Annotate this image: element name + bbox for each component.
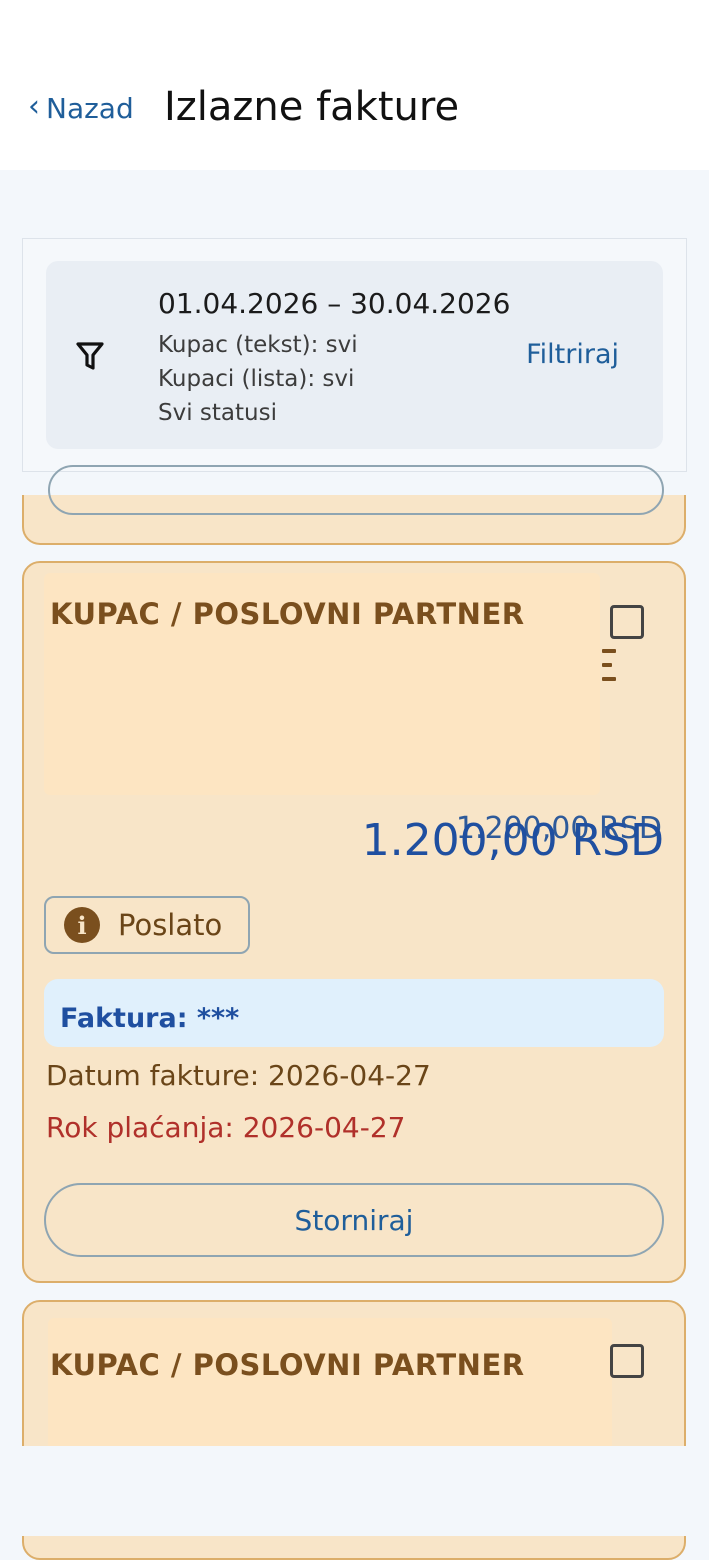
invoice-amount: 1.200,00 RSD (361, 815, 664, 866)
customer-label: KUPAC / POSLOVNI PARTNER (50, 1348, 525, 1382)
filter-panel: 01.04.2026 – 30.04.2026 Kupac (tekst): s… (22, 238, 687, 472)
customer-label: KUPAC / POSLOVNI PARTNER (50, 597, 525, 631)
previous-card-button[interactable] (48, 465, 664, 515)
due-date: Rok plaćanja: 2026-04-27 (46, 1111, 406, 1144)
kebab-menu-icon[interactable] (602, 649, 616, 691)
select-checkbox[interactable] (610, 605, 644, 639)
bottom-area (0, 1446, 709, 1536)
invoice-date: Datum fakture: 2026-04-27 (46, 1059, 431, 1092)
filter-button[interactable]: Filtriraj (526, 339, 619, 370)
status-label: Poslato (118, 908, 223, 942)
status-badge: i Poslato (44, 896, 250, 954)
invoice-number: Faktura: *** (60, 1003, 240, 1034)
info-icon: i (64, 907, 100, 943)
filter-date-range: 01.04.2026 – 30.04.2026 (158, 287, 511, 320)
filter-icon (76, 342, 104, 370)
page-title: Izlazne fakture (164, 84, 460, 130)
filter-details: 01.04.2026 – 30.04.2026 Kupac (tekst): s… (158, 287, 510, 430)
filter-summary-card[interactable]: 01.04.2026 – 30.04.2026 Kupac (tekst): s… (46, 261, 663, 449)
select-checkbox[interactable] (610, 1344, 644, 1378)
back-button[interactable]: ‹ Nazad (28, 88, 134, 125)
back-label: Nazad (46, 92, 134, 125)
invoice-number-box: Faktura: *** (44, 979, 664, 1047)
filter-customer-text: Kupac (tekst): svi (158, 332, 358, 358)
app-header: ‹ Nazad Izlazne fakture (0, 0, 709, 170)
invoice-card: KUPAC / POSLOVNI PARTNER 1.200,00 RSD 1.… (22, 561, 686, 1283)
chevron-left-icon: ‹ (28, 88, 40, 124)
filter-customer-list: Kupaci (lista): svi (158, 366, 355, 392)
invoice-card-previous (22, 465, 686, 545)
filter-statuses: Svi statusi (158, 400, 277, 426)
storno-button[interactable]: Storniraj (44, 1183, 664, 1257)
